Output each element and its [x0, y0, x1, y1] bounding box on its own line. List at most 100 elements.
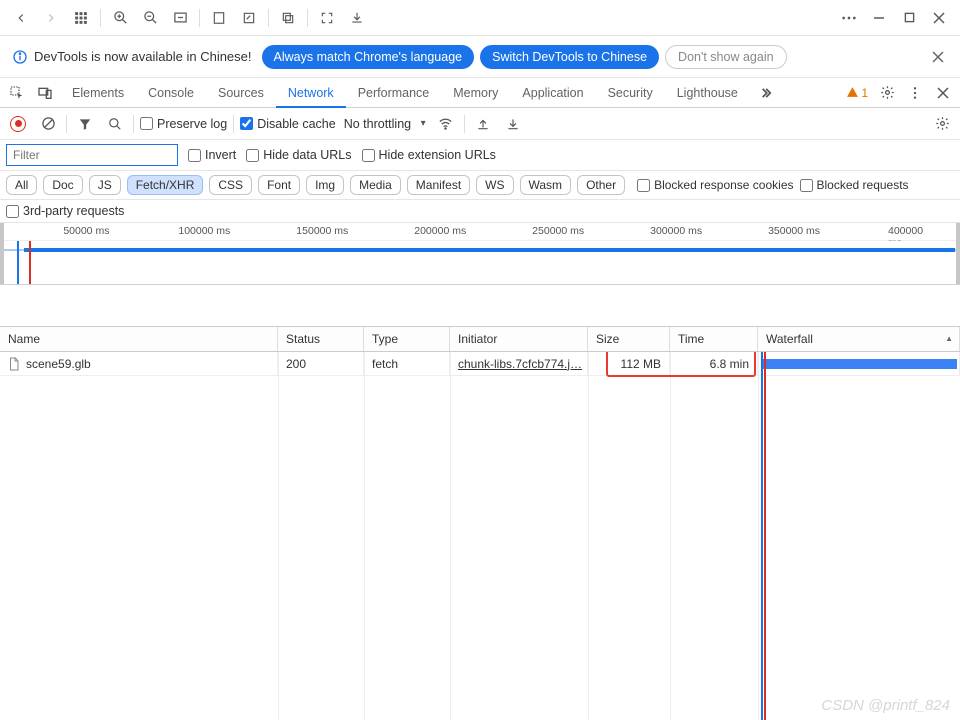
tab-memory[interactable]: Memory	[441, 78, 510, 108]
tab-security[interactable]: Security	[596, 78, 665, 108]
separator	[199, 9, 200, 27]
timeline-overview[interactable]: 50000 ms100000 ms150000 ms200000 ms25000…	[0, 223, 960, 285]
info-icon	[12, 49, 28, 65]
apps-grid-icon[interactable]	[66, 3, 96, 33]
timeline-handle-left[interactable]	[0, 223, 4, 284]
tab-sources[interactable]: Sources	[206, 78, 276, 108]
disable-cache-label: Disable cache	[257, 117, 336, 131]
zoom-in-icon[interactable]	[105, 3, 135, 33]
separator	[307, 9, 308, 27]
close-icon[interactable]	[924, 3, 954, 33]
timeline-tick: 100000 ms	[178, 225, 230, 237]
type-filter-font[interactable]: Font	[258, 175, 300, 195]
type-filter-wasm[interactable]: Wasm	[520, 175, 572, 195]
timeline-handle-right[interactable]	[956, 223, 960, 284]
table-header: Name Status Type Initiator Size Time Wat…	[0, 326, 960, 352]
table-row[interactable]: scene59.glb 200 fetch chunk-libs.7cfcb77…	[0, 352, 960, 376]
col-header-size[interactable]: Size	[588, 327, 670, 351]
devtools-close-icon[interactable]	[930, 80, 956, 106]
kebab-menu-icon[interactable]	[902, 80, 928, 106]
hide-ext-urls-checkbox[interactable]: Hide extension URLs	[362, 148, 496, 162]
type-filter-all[interactable]: All	[6, 175, 37, 195]
search-icon[interactable]	[103, 112, 127, 136]
blocked-cookies-label: Blocked response cookies	[654, 178, 793, 192]
third-party-label: 3rd-party requests	[23, 204, 124, 218]
clear-icon[interactable]	[36, 112, 60, 136]
cell-waterfall	[758, 352, 960, 375]
page-icon[interactable]	[204, 3, 234, 33]
tab-console[interactable]: Console	[136, 78, 206, 108]
initiator-link[interactable]: chunk-libs.7cfcb774.j…	[458, 357, 582, 371]
col-header-name[interactable]: Name	[0, 327, 278, 351]
export-har-icon[interactable]	[501, 112, 525, 136]
fit-width-icon[interactable]	[165, 3, 195, 33]
download-icon[interactable]	[342, 3, 372, 33]
inspect-element-icon[interactable]	[4, 80, 30, 106]
disable-cache-checkbox[interactable]: Disable cache	[240, 117, 336, 131]
col-header-status[interactable]: Status	[278, 327, 364, 351]
type-filter-fetch-xhr[interactable]: Fetch/XHR	[127, 175, 204, 195]
throttling-select[interactable]: No throttling	[342, 115, 428, 133]
separator	[233, 115, 234, 133]
timeline-tick: 300000 ms	[650, 225, 702, 237]
preserve-log-label: Preserve log	[157, 117, 227, 131]
blocked-cookies-checkbox[interactable]: Blocked response cookies	[637, 178, 793, 192]
tab-elements[interactable]: Elements	[60, 78, 136, 108]
edit-icon[interactable]	[234, 3, 264, 33]
filter-input[interactable]	[6, 144, 178, 166]
import-har-icon[interactable]	[471, 112, 495, 136]
banner-message: DevTools is now available in Chinese!	[34, 49, 252, 64]
tab-application[interactable]: Application	[510, 78, 595, 108]
warnings-badge[interactable]: 1	[842, 86, 872, 100]
col-header-time[interactable]: Time	[670, 327, 758, 351]
timeline-tick: 150000 ms	[296, 225, 348, 237]
back-icon[interactable]	[6, 3, 36, 33]
dismiss-button[interactable]: Don't show again	[665, 45, 787, 69]
separator	[100, 9, 101, 27]
blocked-requests-checkbox[interactable]: Blocked requests	[800, 178, 909, 192]
hide-data-label: Hide data URLs	[263, 148, 351, 162]
match-language-button[interactable]: Always match Chrome's language	[262, 45, 475, 69]
type-filter-css[interactable]: CSS	[209, 175, 252, 195]
network-toolbar: Preserve log Disable cache No throttling	[0, 108, 960, 140]
preserve-log-checkbox[interactable]: Preserve log	[140, 117, 227, 131]
type-filter-media[interactable]: Media	[350, 175, 401, 195]
copy-icon[interactable]	[273, 3, 303, 33]
tab-lighthouse[interactable]: Lighthouse	[665, 78, 750, 108]
info-banner: DevTools is now available in Chinese! Al…	[0, 36, 960, 78]
more-icon[interactable]	[834, 3, 864, 33]
minimize-icon[interactable]	[864, 3, 894, 33]
banner-close-icon[interactable]	[928, 47, 948, 67]
device-toolbar-icon[interactable]	[32, 80, 58, 106]
type-filter-js[interactable]: JS	[89, 175, 121, 195]
type-filter-other[interactable]: Other	[577, 175, 625, 195]
forward-icon[interactable]	[36, 3, 66, 33]
cell-type: fetch	[364, 352, 450, 375]
more-tabs-icon[interactable]	[752, 80, 778, 106]
hide-data-urls-checkbox[interactable]: Hide data URLs	[246, 148, 351, 162]
col-header-waterfall[interactable]: Waterfall	[758, 327, 960, 351]
record-button[interactable]	[6, 112, 30, 136]
tab-network[interactable]: Network	[276, 78, 346, 108]
third-party-checkbox[interactable]: 3rd-party requests	[6, 204, 124, 218]
cell-size: 112 MB	[588, 352, 670, 375]
wifi-icon[interactable]	[434, 112, 458, 136]
invert-checkbox[interactable]: Invert	[188, 148, 236, 162]
network-settings-gear-icon[interactable]	[930, 112, 954, 136]
blocked-requests-label: Blocked requests	[817, 178, 909, 192]
switch-language-button[interactable]: Switch DevTools to Chinese	[480, 45, 659, 69]
maximize-icon[interactable]	[894, 3, 924, 33]
cell-name: scene59.glb	[0, 352, 278, 375]
tab-performance[interactable]: Performance	[346, 78, 442, 108]
col-header-type[interactable]: Type	[364, 327, 450, 351]
type-filter-manifest[interactable]: Manifest	[407, 175, 470, 195]
filter-toggle-icon[interactable]	[73, 112, 97, 136]
type-filter-ws[interactable]: WS	[476, 175, 513, 195]
type-filter-doc[interactable]: Doc	[43, 175, 82, 195]
col-header-initiator[interactable]: Initiator	[450, 327, 588, 351]
invert-label: Invert	[205, 148, 236, 162]
type-filter-img[interactable]: Img	[306, 175, 344, 195]
settings-gear-icon[interactable]	[874, 80, 900, 106]
fullscreen-icon[interactable]	[312, 3, 342, 33]
zoom-out-icon[interactable]	[135, 3, 165, 33]
